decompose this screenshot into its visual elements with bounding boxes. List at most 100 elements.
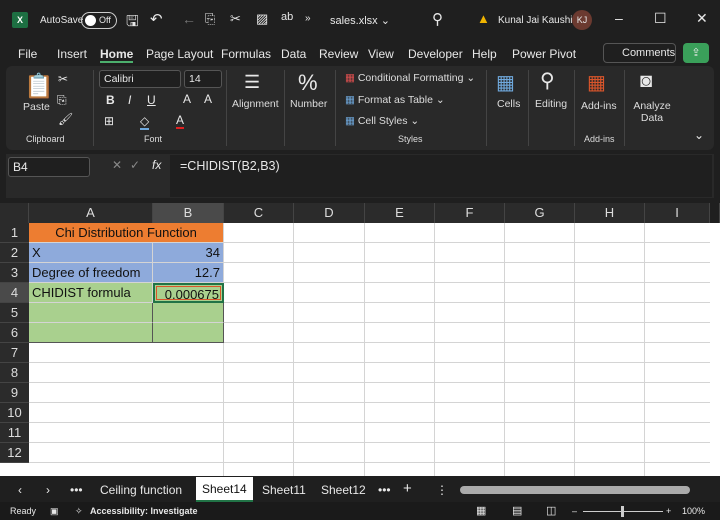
font-name-select[interactable]: Calibri (99, 70, 181, 88)
save-icon[interactable]: 🖫 (126, 11, 139, 36)
accessibility-status[interactable]: Accessibility: Investigate (90, 506, 198, 516)
row-header-1[interactable]: 1 (0, 223, 29, 243)
cell-b4-selected[interactable]: 0.000675 (153, 283, 224, 303)
maximize-icon[interactable]: ☐ (654, 10, 667, 27)
redo-icon[interactable]: ← (182, 11, 196, 27)
prev-sheet-icon[interactable]: ‹ (18, 483, 22, 497)
tab-data[interactable]: Data (281, 47, 306, 61)
options-icon[interactable]: ⋮ (436, 483, 448, 497)
cut-icon[interactable]: ✂ (58, 72, 68, 86)
column-header-c[interactable]: C (224, 203, 294, 223)
row-header-7[interactable]: 7 (0, 343, 29, 363)
cut-icon[interactable]: ✂ (230, 11, 241, 27)
share-button[interactable]: ⇪ (683, 43, 709, 63)
minimize-icon[interactable]: – (615, 10, 623, 26)
fill-color-icon[interactable]: ◇ (140, 114, 150, 130)
row-header-5[interactable]: 5 (0, 303, 29, 323)
conditional-formatting-button[interactable]: ▦ Conditional Formatting ⌄ (345, 72, 475, 84)
editing-button[interactable]: Editing (535, 98, 567, 110)
next-sheet-icon[interactable]: › (46, 483, 50, 497)
analyze-data-button[interactable]: Analyze Data (632, 100, 672, 124)
column-header-a[interactable]: A (29, 203, 153, 223)
autosave-toggle[interactable]: Off (81, 12, 117, 29)
increase-font-icon[interactable]: A (183, 92, 191, 106)
row-header-10[interactable]: 10 (0, 403, 29, 423)
row-header-6[interactable]: 6 (0, 323, 29, 343)
vertical-scrollbar[interactable] (710, 203, 720, 223)
sheet-tab-sheet12[interactable]: Sheet12 (321, 483, 366, 497)
page-layout-view-icon[interactable]: ▤ (512, 504, 522, 517)
normal-view-icon[interactable]: ▦ (476, 504, 486, 517)
tab-file[interactable]: File (18, 47, 37, 61)
cell-a5[interactable] (29, 303, 153, 323)
more-sheets-right-icon[interactable]: ••• (378, 483, 391, 497)
zoom-slider[interactable] (583, 506, 663, 517)
row-header-3[interactable]: 3 (0, 263, 29, 283)
format-painter-icon[interactable]: 🖌 (58, 112, 73, 126)
fx-button[interactable]: fx (152, 158, 161, 172)
cell-b5[interactable] (153, 303, 224, 323)
format-as-table-button[interactable]: ▦ Format as Table ⌄ (345, 94, 445, 106)
column-header-d[interactable]: D (294, 203, 365, 223)
tab-review[interactable]: Review (319, 47, 358, 61)
cancel-icon[interactable]: ✕ (112, 158, 122, 172)
spreadsheet-grid[interactable]: A B C D E F G H I 1 2 3 4 5 6 7 8 9 10 11 12 Chi Di… (0, 203, 720, 476)
tab-insert[interactable]: Insert (57, 47, 87, 61)
row-header-11[interactable]: 11 (0, 423, 29, 443)
row-header-12[interactable]: 12 (0, 443, 29, 463)
formula-input[interactable]: =CHIDIST(B2,B3) (170, 155, 712, 197)
column-header-h[interactable]: H (575, 203, 645, 223)
tab-view[interactable]: View (368, 47, 394, 61)
cell-a1[interactable]: Chi Distribution Function (29, 223, 224, 243)
decrease-font-icon[interactable]: A (204, 92, 212, 106)
font-size-select[interactable]: 14 (184, 70, 222, 88)
cell-styles-button[interactable]: ▦ Cell Styles ⌄ (345, 115, 419, 127)
borders-icon[interactable]: ⊞ (104, 114, 114, 128)
bold-button[interactable]: B (106, 93, 115, 107)
font-color-icon[interactable]: A (176, 113, 185, 129)
cell-a6[interactable] (29, 323, 153, 343)
addins-button[interactable]: Add-ins (581, 100, 617, 112)
enter-icon[interactable]: ✓ (130, 158, 140, 172)
paste-icon[interactable]: 📋 (24, 72, 54, 101)
cell-b6[interactable] (153, 323, 224, 343)
zoom-out-icon[interactable]: – (572, 506, 577, 516)
column-header-g[interactable]: G (505, 203, 575, 223)
picture-icon[interactable]: ▨ (256, 11, 268, 27)
cells-button[interactable]: Cells (497, 98, 520, 110)
underline-button[interactable]: U (147, 93, 156, 107)
row-header-4[interactable]: 4 (0, 283, 29, 303)
add-sheet-icon[interactable]: + (403, 480, 412, 497)
column-header-b[interactable]: B (153, 203, 224, 223)
copy-icon[interactable]: ⎘ (57, 93, 67, 108)
macro-icon[interactable]: ▣ (50, 506, 59, 517)
italic-button[interactable]: I (128, 93, 131, 107)
cell-b2[interactable]: 34 (153, 243, 224, 263)
tab-home[interactable]: Home (100, 47, 134, 63)
select-all-corner[interactable] (0, 203, 29, 223)
column-header-i[interactable]: I (645, 203, 710, 223)
collapse-ribbon-icon[interactable]: ⌄ (694, 128, 704, 142)
close-icon[interactable]: ✕ (696, 10, 708, 27)
cell-a3[interactable]: Degree of freedom (29, 263, 153, 283)
row-header-8[interactable]: 8 (0, 363, 29, 383)
tab-power-pivot[interactable]: Power Pivot (512, 47, 576, 61)
undo-icon[interactable]: ↶ (150, 10, 163, 28)
row-header-9[interactable]: 9 (0, 383, 29, 403)
column-header-f[interactable]: F (435, 203, 505, 223)
cell-a2[interactable]: X (29, 243, 153, 263)
comments-button[interactable]: Comments (603, 43, 676, 63)
avatar[interactable]: KJ (572, 10, 592, 30)
filename[interactable]: sales.xlsx ⌄ (330, 14, 390, 27)
tab-developer[interactable]: Developer (408, 47, 463, 61)
zoom-in-icon[interactable]: + (666, 506, 671, 516)
number-button[interactable]: Number (290, 98, 327, 110)
tab-page-layout[interactable]: Page Layout (146, 47, 213, 61)
more-sheets-icon[interactable]: ••• (70, 483, 83, 497)
paste-button[interactable]: Paste (23, 101, 50, 113)
page-break-view-icon[interactable]: ◫ (546, 504, 556, 517)
more-icon[interactable]: » (305, 13, 311, 24)
sheet-tab-ceiling-function[interactable]: Ceiling function (100, 483, 182, 497)
row-header-2[interactable]: 2 (0, 243, 29, 263)
alignment-button[interactable]: Alignment (232, 98, 279, 110)
